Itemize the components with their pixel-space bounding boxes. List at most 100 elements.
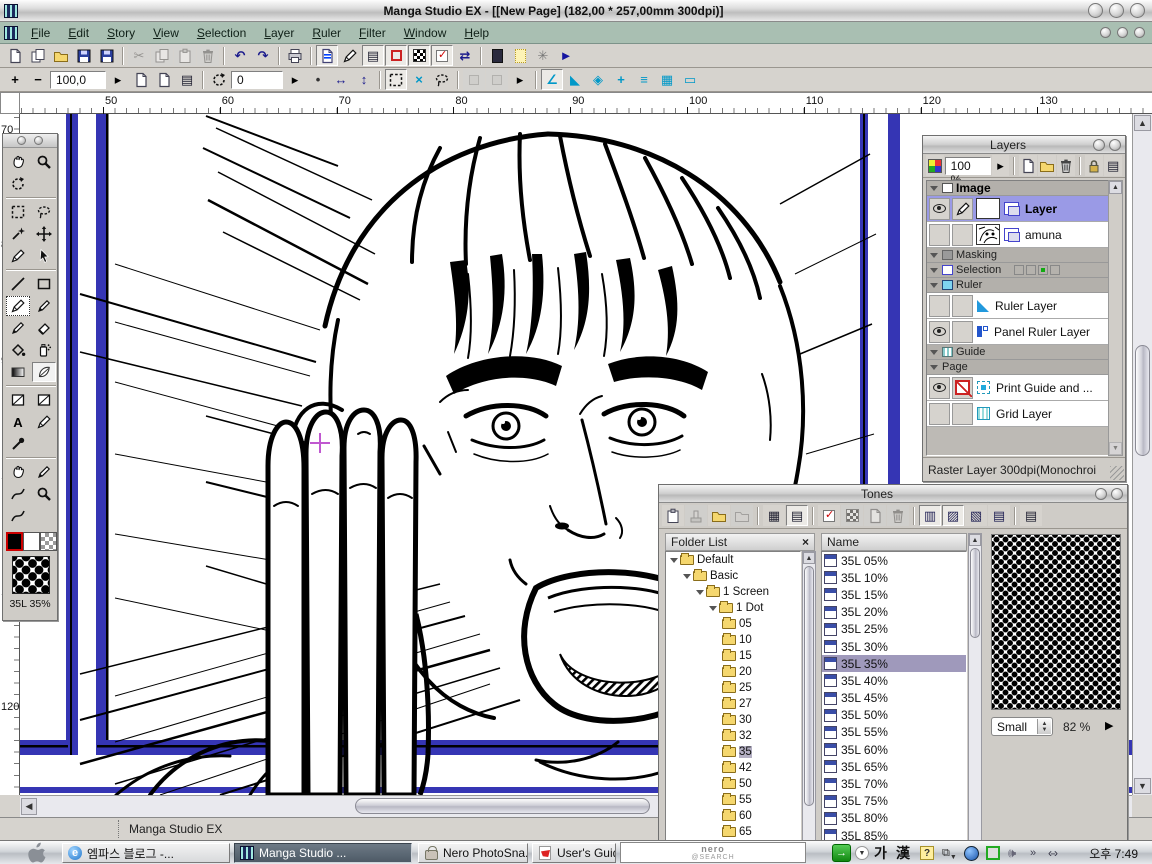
draw-toggle[interactable] [952,377,973,399]
gradient-tool[interactable] [6,362,30,382]
task-empas-blog[interactable]: e엠파스 블로그 -... [62,843,230,863]
reset-view-button[interactable]: • [307,69,329,90]
lasso-zoom-tool[interactable] [32,484,56,504]
tone-item-35l-55-[interactable]: 35L 55% [822,724,966,741]
tone-item-35l-10-[interactable]: 35L 10% [822,569,966,586]
dot-pen-tool[interactable] [32,462,56,482]
layer-row-amuna[interactable]: amuna [927,222,1109,248]
settings-check-button[interactable] [818,505,840,526]
flip-horizontal-button[interactable]: ↔ [330,69,352,90]
panel-cutter-tool[interactable] [32,390,56,410]
clock-tray-icon[interactable] [964,844,979,862]
next-page-button[interactable] [153,69,175,90]
ruler-compass-button[interactable]: + [610,69,632,90]
story-manager-button[interactable] [486,45,508,66]
tone-item-35l-35-[interactable]: 35L 35% [822,655,966,672]
folder-10[interactable]: 10 [666,632,800,648]
draw-toggle[interactable] [952,224,973,246]
tone-item-35l-65-[interactable]: 35L 65% [822,758,966,775]
visibility-toggle[interactable] [929,295,950,317]
layers-scroll-down[interactable]: ▼ [1109,442,1122,455]
layer-row-grid-layer[interactable]: Grid Layer [927,401,1109,427]
folder-27[interactable]: 27 [666,696,800,712]
page-list-button[interactable]: ▤ [176,69,198,90]
folder-scroll-thumb[interactable] [804,566,814,806]
draw-toggle[interactable] [952,321,973,343]
doc-minimize-button[interactable] [1100,27,1111,38]
tone-item-35l-50-[interactable]: 35L 50% [822,707,966,724]
folder-42[interactable]: 42 [666,760,800,776]
preview-size-select[interactable]: Small ▲▼ [991,717,1053,736]
view-option-3-button[interactable]: ▧ [965,505,987,526]
collapse-triangle-icon[interactable] [930,268,938,273]
expand-triangle-icon[interactable] [709,606,717,611]
view-option-1-button[interactable]: ▥ [919,505,941,526]
white-color-swatch[interactable] [23,532,40,551]
folder-35[interactable]: 35 [666,744,800,760]
nero-tray-icon[interactable] [986,844,1000,862]
folder-basic[interactable]: Basic [666,568,800,584]
select-pen-tool[interactable] [6,246,30,266]
curve-ruler-tool[interactable] [6,506,30,526]
open-button[interactable] [50,45,72,66]
tool-palette-titlebar[interactable] [3,134,57,148]
text-tool[interactable]: A [6,412,30,432]
menu-layer[interactable]: Layer [255,24,303,42]
save-all-button[interactable] [96,45,118,66]
ruler-parallel-button[interactable]: ≡ [633,69,655,90]
menu-story[interactable]: Story [98,24,144,42]
menu-file[interactable]: File [22,24,59,42]
tone-item-35l-15-[interactable]: 35L 15% [822,586,966,603]
tone-item-35l-30-[interactable]: 35L 30% [822,638,966,655]
layers-scrollbar[interactable]: ▲ ▼ [1108,180,1123,456]
folder-05[interactable]: 05 [666,616,800,632]
selection-mini-button[interactable] [1038,265,1048,275]
scroll-up-arrow[interactable]: ▲ [1134,115,1151,131]
pen-tool[interactable] [6,296,30,316]
run-button[interactable]: ► [555,45,577,66]
rotate-canvas-tool[interactable] [6,174,30,194]
doc-close-button[interactable] [1134,27,1145,38]
folder-20[interactable]: 20 [666,664,800,680]
layer-row-ruler-layer[interactable]: Ruler Layer [927,293,1109,319]
cut-button[interactable]: ✂ [128,45,150,66]
name-column-header[interactable]: Name [821,533,967,551]
save-button[interactable] [73,45,95,66]
line-tool[interactable] [6,274,30,294]
folder-1-screen[interactable]: 1 Screen [666,584,800,600]
doc-restore-button[interactable] [1117,27,1128,38]
scroll-down-arrow[interactable]: ▼ [1134,778,1151,794]
layer-row-print-guide-and-[interactable]: Print Guide and ... [927,375,1109,401]
minimize-button[interactable] [1088,3,1103,18]
join-line-tool[interactable] [6,484,30,504]
tone-list-scrollbar[interactable]: ▲ [968,533,982,841]
visibility-toggle[interactable] [929,377,950,399]
marker-tool[interactable] [6,318,30,338]
new-story-button[interactable] [27,45,49,66]
folder-55[interactable]: 55 [666,792,800,808]
menu-filter[interactable]: Filter [350,24,395,42]
finger-tool[interactable] [6,462,30,482]
story-editor-button[interactable] [339,45,361,66]
tone-area-toggle[interactable] [408,45,430,66]
tone-item-35l-85-[interactable]: 35L 85% [822,827,966,841]
new-folder-button[interactable] [1038,155,1056,176]
print-button[interactable] [284,45,306,66]
opacity-menu-arrow[interactable]: ▸ [992,155,1010,176]
view-option-4-button[interactable]: ▤ [988,505,1010,526]
group-menu-arrow[interactable]: ▸ [509,69,531,90]
refresh-button[interactable]: ⇄ [454,45,476,66]
undo-button[interactable]: ↶ [229,45,251,66]
draw-toggle[interactable] [952,295,973,317]
layer-row-layer[interactable]: Layer [927,196,1109,222]
rotation-menu-arrow[interactable]: ▸ [284,69,306,90]
lock-layer-button[interactable] [1085,155,1103,176]
frame-view-toggle[interactable] [385,45,407,66]
menu-selection[interactable]: Selection [188,24,255,42]
group-button-1[interactable] [463,69,485,90]
collapse-triangle-icon[interactable] [930,365,938,370]
layer-section-masking[interactable]: Masking [927,248,1109,263]
layer-section-page[interactable]: Page [927,360,1109,375]
visibility-toggle[interactable] [929,198,950,220]
zoom-out-button[interactable]: − [27,69,49,90]
